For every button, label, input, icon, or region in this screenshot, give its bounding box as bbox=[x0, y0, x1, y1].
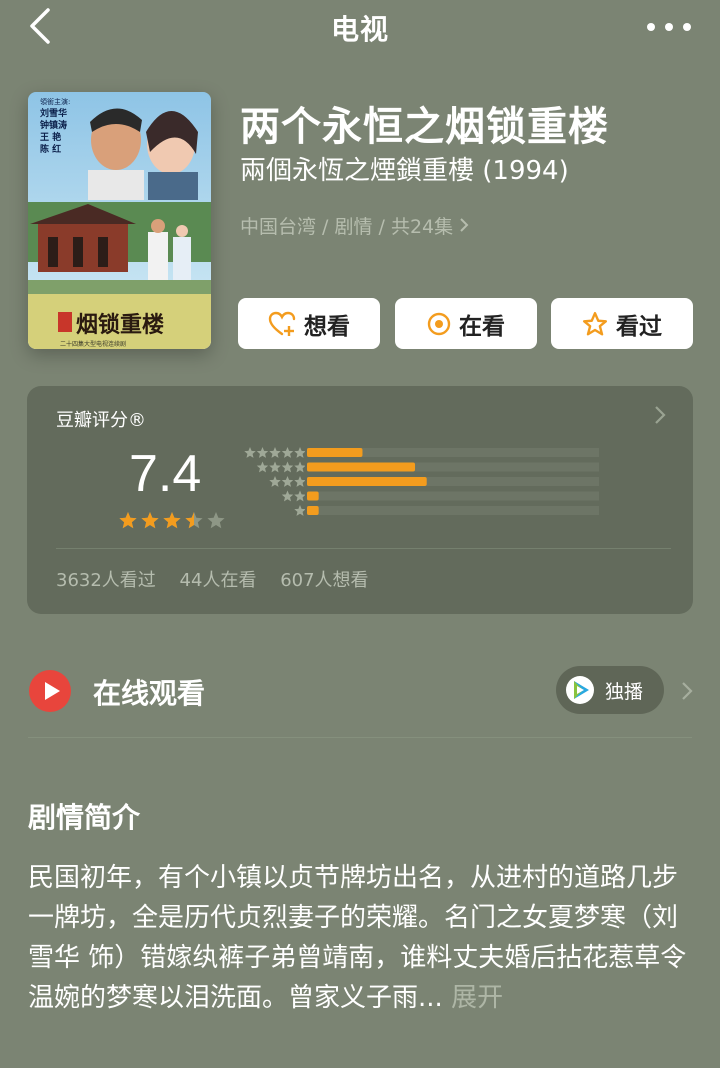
distribution-star-icon bbox=[294, 461, 305, 473]
distribution-bar bbox=[307, 506, 319, 515]
rating-stars bbox=[119, 512, 225, 529]
rating-score: 7.4 bbox=[129, 445, 202, 503]
rating-source-label: 豆瓣评分® bbox=[56, 410, 146, 431]
rating-distribution-bars bbox=[307, 448, 599, 515]
divider bbox=[28, 737, 692, 738]
rating-star-icon bbox=[207, 512, 225, 529]
more-options-icon[interactable] bbox=[644, 12, 694, 42]
poster-cast-name: 王 艳 bbox=[40, 131, 61, 143]
chevron-right-icon[interactable] bbox=[653, 404, 667, 426]
distribution-star-icon bbox=[244, 447, 256, 458]
watched-button[interactable]: 看过 bbox=[551, 298, 693, 349]
watching-label: 在看 bbox=[459, 313, 505, 340]
expand-link[interactable]: 展开 bbox=[451, 983, 503, 1013]
watching-button[interactable]: 在看 bbox=[395, 298, 537, 349]
poster-cast-name: 陈 红 bbox=[40, 143, 61, 155]
distribution-star-icon bbox=[256, 447, 269, 458]
watched-label: 看过 bbox=[616, 313, 662, 340]
distribution-star-icon bbox=[294, 490, 305, 502]
rating-card[interactable]: 豆瓣评分® 7.4 3632人看过 44人在看 607人想看 bbox=[27, 386, 693, 614]
distribution-star-icon bbox=[269, 461, 281, 473]
distribution-star-icon bbox=[281, 461, 294, 473]
distribution-bar bbox=[307, 448, 363, 457]
distribution-star-icon bbox=[269, 447, 281, 458]
summary-text: 民国初年，有个小镇以贞节牌坊出名，从进村的道路几步一牌坊，全是历代贞烈妻子的荣耀… bbox=[28, 858, 698, 1018]
heart-plus-icon bbox=[268, 311, 296, 336]
chevron-right-icon bbox=[460, 218, 469, 232]
summary-heading: 剧情简介 bbox=[28, 801, 141, 834]
chevron-right-icon[interactable] bbox=[680, 680, 694, 702]
watching-count: 44人在看 bbox=[179, 570, 257, 591]
poster-tagline: 二十四集大型电视连续剧 bbox=[60, 340, 126, 348]
poster-logo-text: 烟锁重楼 bbox=[76, 312, 164, 338]
movie-meta-link[interactable]: 中国台湾 / 剧情 / 共24集 bbox=[240, 212, 469, 239]
distribution-bar bbox=[307, 477, 427, 486]
top-nav-bar: 电视 bbox=[0, 0, 720, 56]
want-count: 607人想看 bbox=[280, 570, 369, 591]
poster-image[interactable]: 烟锁重楼 二十四集大型电视连续剧 領銜主演: 刘雪华 钟镇涛 王 艳 陈 红 bbox=[28, 92, 211, 349]
want-to-watch-label: 想看 bbox=[304, 313, 350, 340]
play-icon bbox=[29, 670, 71, 712]
exclusive-platform-button[interactable]: 独播 bbox=[556, 666, 664, 714]
distribution-bar bbox=[307, 491, 319, 501]
poster-cast-name: 钟镇涛 bbox=[40, 119, 67, 131]
distribution-bar-track bbox=[307, 491, 599, 501]
distribution-bar bbox=[307, 462, 416, 472]
distribution-star-icon bbox=[256, 461, 269, 473]
target-circle-icon bbox=[427, 312, 451, 335]
movie-original-title: 兩個永恆之煙鎖重樓 (1994) bbox=[240, 156, 569, 186]
watched-count: 3632人看过 bbox=[56, 570, 156, 591]
rating-star-filled-icon bbox=[163, 512, 181, 529]
want-to-watch-button[interactable]: 想看 bbox=[238, 298, 380, 349]
distribution-star-icon bbox=[294, 505, 305, 516]
poster-credit-label: 領銜主演: bbox=[40, 97, 70, 106]
star-outline-icon bbox=[582, 311, 608, 335]
tencent-video-icon bbox=[566, 676, 594, 704]
distribution-star-labels bbox=[244, 447, 305, 516]
distribution-bar-track bbox=[307, 506, 599, 515]
exclusive-label: 独播 bbox=[605, 680, 644, 703]
rating-star-filled-icon bbox=[119, 512, 137, 529]
rating-counts: 3632人看过 44人在看 607人想看 bbox=[56, 566, 387, 592]
distribution-star-icon bbox=[269, 476, 281, 487]
distribution-star-icon bbox=[281, 476, 294, 487]
distribution-star-icon bbox=[281, 447, 294, 458]
distribution-star-icon bbox=[281, 490, 294, 502]
summary-body: 民国初年，有个小镇以贞节牌坊出名，从进村的道路几步一牌坊，全是历代贞烈妻子的荣耀… bbox=[28, 863, 687, 1013]
rating-star-filled-icon bbox=[141, 512, 159, 529]
poster-cast-name: 刘雪华 bbox=[40, 107, 67, 119]
divider bbox=[56, 548, 671, 549]
distribution-star-icon bbox=[294, 447, 305, 458]
distribution-star-icon bbox=[294, 476, 305, 487]
online-watch-title: 在线观看 bbox=[93, 677, 206, 710]
online-watch-row[interactable]: 在线观看 独播 bbox=[0, 662, 720, 722]
page-title: 电视 bbox=[330, 13, 389, 46]
movie-title: 两个永恒之烟锁重楼 bbox=[240, 104, 609, 150]
movie-meta-text: 中国台湾 / 剧情 / 共24集 bbox=[240, 216, 454, 238]
